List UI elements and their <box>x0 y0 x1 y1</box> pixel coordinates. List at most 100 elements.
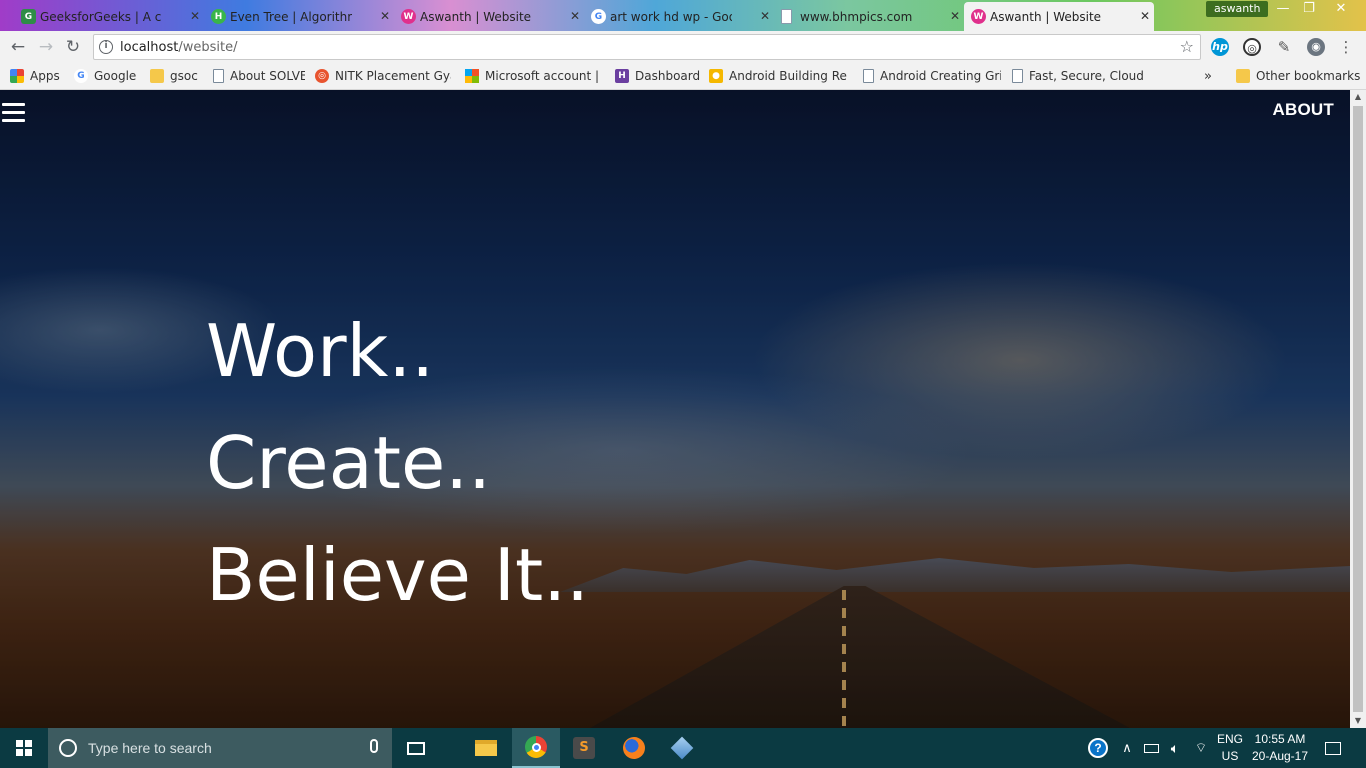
help-icon[interactable]: ? <box>1086 728 1110 768</box>
clock-date: 20-Aug-17 <box>1251 749 1309 763</box>
vertical-scrollbar[interactable]: ▲ ▼ <box>1350 90 1366 728</box>
page-viewport: ABOUT Work.. Create.. Believe It.. <box>0 90 1350 728</box>
windows-logo-icon <box>16 740 32 756</box>
chrome-taskbar-icon[interactable] <box>512 728 560 768</box>
bookmark-nitk[interactable]: ◎ NITK Placement Gyan <box>315 67 451 85</box>
microsoft-icon <box>465 69 479 83</box>
hamburger-menu-icon[interactable] <box>2 103 25 123</box>
extension-eye-icon[interactable]: ◉ <box>1307 38 1325 56</box>
restore-icon[interactable]: ❐ <box>1296 0 1322 18</box>
website-icon: W <box>401 9 416 24</box>
about-link[interactable]: ABOUT <box>1273 100 1334 120</box>
url-host: localhost <box>120 40 179 55</box>
folder-icon <box>1236 69 1250 83</box>
tab-title: art work hd wp - Googl <box>610 9 732 24</box>
bookmark-label: gsoc <box>170 69 198 83</box>
close-icon[interactable]: ✕ <box>190 9 200 23</box>
bookmarks-bar: Apps G Google gsoc About SOLVE ◎ NITK Pl… <box>0 63 1366 90</box>
taskbar: Type here to search S ? ∧ 🔈︎ ⌔ ENG US 10… <box>0 728 1366 768</box>
profile-chip[interactable]: aswanth <box>1206 1 1269 17</box>
address-url[interactable]: localhost/website/ <box>120 40 237 55</box>
tab-title: Aswanth | Website <box>420 9 532 24</box>
close-window-icon[interactable]: ✕ <box>1328 0 1354 18</box>
bookmark-microsoft[interactable]: Microsoft account | H <box>465 67 603 85</box>
region-code: US <box>1221 749 1239 763</box>
eyedropper-icon[interactable]: ✎ <box>1275 38 1293 56</box>
geeksforgeeks-icon: G <box>21 9 36 24</box>
google-icon: G <box>74 69 88 83</box>
bookmark-star-icon[interactable]: ☆ <box>1180 37 1194 56</box>
reload-icon[interactable]: ↻ <box>62 36 84 58</box>
volume-icon[interactable]: 🔈︎ <box>1164 728 1186 768</box>
task-view-icon[interactable] <box>392 728 440 768</box>
bookmark-apps[interactable]: Apps <box>10 67 60 85</box>
bookmark-label: About SOLVE <box>230 69 305 83</box>
file-explorer-icon[interactable] <box>462 728 510 768</box>
bookmark-about-solve[interactable]: About SOLVE <box>213 67 305 85</box>
battery-icon[interactable] <box>1140 728 1162 768</box>
scroll-up-icon[interactable]: ▲ <box>1350 90 1366 104</box>
close-icon[interactable]: ✕ <box>760 9 770 23</box>
extension-icon[interactable]: ◎ <box>1243 38 1261 56</box>
tab-strip: G GeeksforGeeks | A comp ✕ H Even Tree |… <box>0 0 1366 31</box>
tab-aswanth-website-active[interactable]: W Aswanth | Website ✕ <box>964 2 1154 31</box>
microphone-icon[interactable] <box>370 739 378 753</box>
bookmark-android-building[interactable]: ● Android Building Rea <box>709 67 847 85</box>
scroll-down-icon[interactable]: ▼ <box>1350 714 1366 728</box>
bookmark-label: Google <box>94 69 137 83</box>
minimize-icon[interactable]: — <box>1270 0 1296 18</box>
tagline-create: Create.. <box>206 421 492 505</box>
apps-grid-icon <box>10 69 24 83</box>
scroll-thumb[interactable] <box>1353 106 1363 712</box>
bookmark-label: Android Creating Gri <box>880 69 1001 83</box>
tab-bhmpics[interactable]: www.bhmpics.com ✕ <box>774 2 964 31</box>
address-bar[interactable]: i localhost/website/ ☆ <box>93 34 1201 60</box>
tab-aswanth-website-1[interactable]: W Aswanth | Website ✕ <box>394 2 584 31</box>
tagline-believe: Believe It.. <box>206 533 590 617</box>
forward-icon[interactable]: → <box>35 36 57 58</box>
tab-geeksforgeeks[interactable]: G GeeksforGeeks | A comp ✕ <box>14 2 204 31</box>
tagline-work: Work.. <box>206 309 435 393</box>
close-icon[interactable]: ✕ <box>380 9 390 23</box>
bookmark-fast-secure[interactable]: Fast, Secure, Cloud C <box>1012 67 1144 85</box>
bookmark-android-creating[interactable]: Android Creating Gri <box>863 67 1001 85</box>
bookmark-gsoc[interactable]: gsoc <box>150 67 198 85</box>
other-bookmarks[interactable]: Other bookmarks <box>1236 67 1360 85</box>
bookmark-label: Fast, Secure, Cloud C <box>1029 69 1144 83</box>
tab-even-tree[interactable]: H Even Tree | Algorithms C ✕ <box>204 2 394 31</box>
nitk-icon: ◎ <box>315 69 329 83</box>
page-icon <box>1012 69 1023 83</box>
google-icon: G <box>591 9 606 24</box>
tab-title: www.bhmpics.com <box>800 9 913 24</box>
bookmark-label: Other bookmarks <box>1256 69 1361 83</box>
close-icon[interactable]: ✕ <box>570 9 580 23</box>
hp-extension-icon[interactable]: hp <box>1211 38 1229 56</box>
notifications-icon[interactable] <box>1320 728 1346 768</box>
page-icon <box>863 69 874 83</box>
clock-time: 10:55 AM <box>1254 732 1306 746</box>
menu-dots-icon[interactable]: ⋮ <box>1337 38 1355 56</box>
bookmark-label: Microsoft account | H <box>485 69 603 83</box>
network-icon[interactable]: ⌔ <box>1190 728 1212 768</box>
more-bookmarks-button[interactable]: » <box>1204 67 1212 85</box>
back-icon[interactable]: ← <box>7 36 29 58</box>
sublime-text-icon[interactable]: S <box>560 728 608 768</box>
firefox-icon[interactable] <box>610 728 658 768</box>
taskbar-search[interactable]: Type here to search <box>48 728 392 768</box>
virtualbox-icon[interactable] <box>658 728 706 768</box>
start-button[interactable] <box>0 728 48 768</box>
browser-toolbar: ← → ↻ i localhost/website/ ☆ hp ◎ ✎ ◉ ⋮ <box>0 31 1366 63</box>
bookmark-dashboard[interactable]: H Dashboard <box>615 67 700 85</box>
taskbar-clock[interactable]: 10:55 AM 20-Aug-17 <box>1248 731 1312 765</box>
close-icon[interactable]: ✕ <box>1140 9 1150 23</box>
close-icon[interactable]: ✕ <box>950 9 960 23</box>
tab-art-work[interactable]: G art work hd wp - Googl ✕ <box>584 2 774 31</box>
search-placeholder: Type here to search <box>88 740 212 756</box>
chevron-up-icon[interactable]: ∧ <box>1118 728 1136 768</box>
info-icon[interactable]: i <box>99 40 113 54</box>
bookmark-google[interactable]: G Google <box>74 67 136 85</box>
language-indicator[interactable]: ENG US <box>1216 731 1244 765</box>
bookmark-label: Android Building Rea <box>729 69 847 83</box>
tab-title: GeeksforGeeks | A comp <box>40 9 162 24</box>
page-icon <box>781 9 792 24</box>
